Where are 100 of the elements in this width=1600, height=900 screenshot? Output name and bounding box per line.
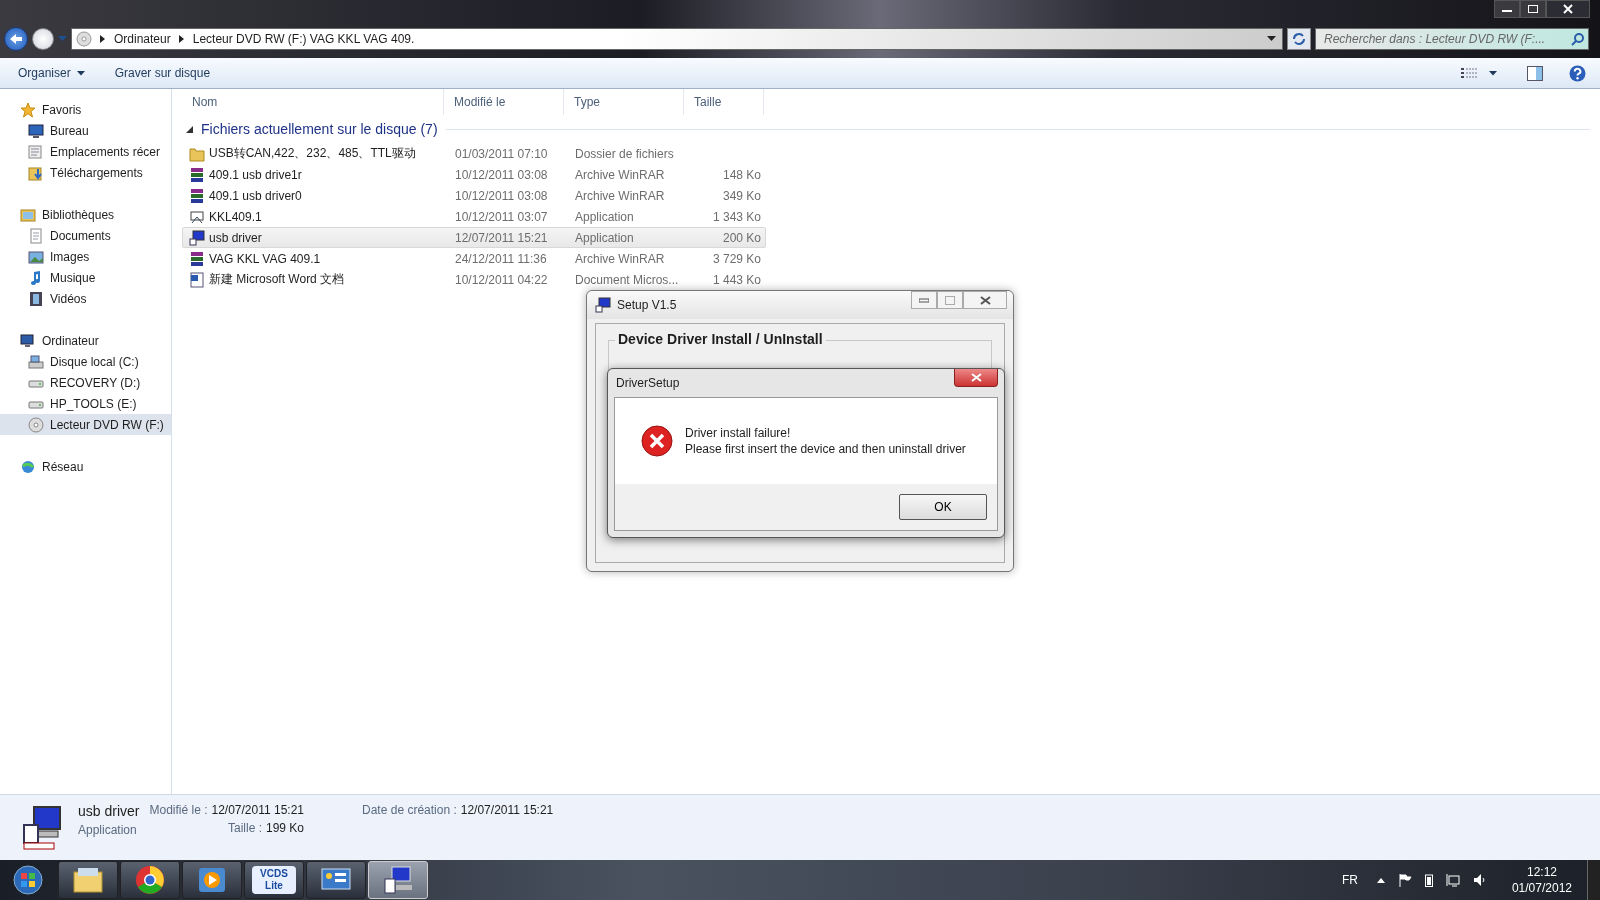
nav-item[interactable]: Bureau bbox=[0, 120, 171, 141]
chevron-icon[interactable] bbox=[100, 35, 106, 43]
type-cell-text: Archive WinRAR bbox=[574, 251, 666, 266]
type-cell-text: Dossier de fichiers bbox=[574, 146, 675, 161]
refresh-button[interactable] bbox=[1287, 28, 1311, 50]
battery-icon[interactable] bbox=[1424, 873, 1433, 887]
file-row[interactable]: 新建 Microsoft Word 文档 10/12/2011 04:22 Document Micros... 1 443 Ko bbox=[182, 269, 766, 290]
dropdown-icon[interactable] bbox=[1267, 36, 1276, 42]
caret-icon bbox=[76, 70, 85, 76]
size-cell: 1 343 Ko bbox=[712, 209, 761, 224]
nav-item[interactable]: Documents bbox=[0, 225, 171, 246]
caret-icon[interactable] bbox=[1489, 70, 1497, 76]
taskbar-button[interactable] bbox=[182, 861, 242, 899]
close-button[interactable] bbox=[963, 291, 1007, 309]
taskbar-button[interactable] bbox=[306, 861, 366, 899]
file-icon bbox=[189, 166, 205, 183]
nav-item[interactable]: Lecteur DVD RW (F:) bbox=[0, 414, 171, 435]
date: 01/07/2012 bbox=[1511, 881, 1572, 895]
detail-value: 12/07/2011 15:21 bbox=[460, 803, 554, 817]
flag-icon[interactable] bbox=[1397, 873, 1412, 887]
file-name: usb driver bbox=[209, 230, 262, 245]
close-button[interactable] bbox=[954, 369, 998, 387]
show-desktop-button[interactable] bbox=[1587, 860, 1600, 900]
clock[interactable]: 12:12 01/07/2012 bbox=[1511, 865, 1572, 895]
nav-item[interactable]: Vidéos bbox=[0, 288, 171, 309]
modified-cell-text: 12/07/2011 15:21 bbox=[454, 230, 549, 245]
windows-logo-icon bbox=[13, 865, 43, 895]
back-button[interactable] bbox=[4, 27, 28, 51]
file-name: 新建 Microsoft Word 文档 bbox=[209, 271, 345, 288]
column-header[interactable]: Modifié le bbox=[444, 89, 564, 115]
nav-item[interactable]: Disque local (C:) bbox=[0, 351, 171, 372]
size-cell: 1 443 Ko bbox=[712, 272, 761, 287]
search-field[interactable]: Rechercher dans : Lecteur DVD RW (F:... bbox=[1315, 28, 1589, 50]
speaker-icon[interactable] bbox=[1472, 873, 1487, 887]
language-indicator[interactable]: FR bbox=[1341, 873, 1358, 887]
file-icon bbox=[189, 145, 205, 162]
nav-item[interactable]: Favoris bbox=[0, 99, 171, 120]
nav-item[interactable]: Bibliothèques bbox=[0, 204, 171, 225]
column-header[interactable]: Nom bbox=[182, 89, 444, 115]
taskbar-button[interactable]: VCDS Lite bbox=[244, 861, 304, 899]
help-icon[interactable] bbox=[1569, 64, 1586, 82]
nav-item[interactable]: Téléchargements bbox=[0, 162, 171, 183]
time: 12:12 bbox=[1526, 865, 1557, 879]
nav-item[interactable]: Emplacements récer bbox=[0, 141, 171, 162]
file-row[interactable]: VAG KKL VAG 409.1 24/12/2011 11:36 Archive WinRAR 3 729 Ko bbox=[182, 248, 766, 269]
column-header[interactable]: Taille bbox=[684, 89, 764, 115]
toolbar-button[interactable]: Graver sur disque bbox=[106, 63, 219, 83]
breadcrumb[interactable]: Lecteur DVD RW (F:) VAG KKL VAG 409. bbox=[192, 32, 415, 46]
close-button[interactable] bbox=[1546, 0, 1590, 18]
minimize-icon bbox=[919, 297, 929, 303]
network-icon[interactable] bbox=[1445, 873, 1460, 887]
ok-button[interactable]: OK bbox=[899, 494, 987, 520]
back-arrow-icon bbox=[9, 33, 23, 45]
type-cell-text: Archive WinRAR bbox=[574, 167, 666, 182]
file-name: 409.1 usb driver0 bbox=[209, 188, 302, 203]
detail-label: Modifié le : bbox=[149, 803, 208, 817]
type-cell-text: Archive WinRAR bbox=[574, 188, 666, 203]
modified-cell-text: 10/12/2011 03:08 bbox=[454, 188, 549, 203]
nav-item[interactable]: RECOVERY (D:) bbox=[0, 372, 171, 393]
group-box-title: Device Driver Install / UnInstall bbox=[615, 331, 826, 347]
nav-item[interactable]: HP_TOOLS (E:) bbox=[0, 393, 171, 414]
address-bar[interactable]: Ordinateur Lecteur DVD RW (F:) VAG KKL VAG 409. bbox=[71, 28, 1283, 50]
search-icon[interactable] bbox=[1571, 32, 1584, 46]
detail-value: 12/07/2011 15:21 bbox=[211, 803, 305, 817]
file-row[interactable]: 409.1 usb driver0 10/12/2011 03:08 Archive WinRAR 349 Ko bbox=[182, 185, 766, 206]
nav-item[interactable]: Ordinateur bbox=[0, 330, 171, 351]
maximize-button[interactable] bbox=[1520, 0, 1546, 18]
file-icon bbox=[189, 229, 205, 246]
forward-button[interactable] bbox=[32, 28, 54, 50]
file-row[interactable]: USB转CAN,422、232、485、TTL驱动 01/03/2011 07:10 Dossier de fichiers bbox=[182, 143, 766, 164]
nav-item[interactable]: Réseau bbox=[0, 456, 171, 477]
column-header[interactable]: Type bbox=[564, 89, 684, 115]
taskbar-button[interactable] bbox=[120, 861, 180, 899]
nav-icon bbox=[28, 143, 44, 160]
nav-icon bbox=[28, 248, 44, 265]
file-row[interactable]: 409.1 usb drive1r 10/12/2011 03:08 Archive WinRAR 148 Ko bbox=[182, 164, 766, 185]
breadcrumb[interactable]: Ordinateur bbox=[114, 32, 171, 46]
nav-icon bbox=[28, 353, 44, 370]
modified-cell-text: 24/12/2011 11:36 bbox=[454, 251, 548, 266]
view-options-icon[interactable] bbox=[1461, 67, 1477, 79]
modified-cell-text: 01/03/2011 07:10 bbox=[454, 146, 549, 161]
minimize-button[interactable] bbox=[1494, 0, 1520, 18]
nav-item[interactable]: Musique bbox=[0, 267, 171, 288]
browser-icon bbox=[135, 865, 165, 895]
file-name: USB转CAN,422、232、485、TTL驱动 bbox=[209, 145, 416, 162]
taskbar-button[interactable] bbox=[58, 861, 118, 899]
group-header[interactable]: Fichiers actuellement sur le disque (7) bbox=[201, 121, 438, 137]
file-icon bbox=[189, 208, 205, 225]
maximize-icon bbox=[945, 295, 955, 305]
preview-pane-icon[interactable] bbox=[1527, 65, 1543, 81]
file-row[interactable]: KKL409.1 10/12/2011 03:07 Application 1 343 Ko bbox=[182, 206, 766, 227]
show-hidden-icons-icon[interactable] bbox=[1376, 877, 1385, 883]
chevron-icon[interactable] bbox=[178, 35, 185, 43]
play-icon bbox=[197, 866, 227, 894]
nav-item[interactable]: Images bbox=[0, 246, 171, 267]
collapse-icon[interactable] bbox=[186, 125, 193, 133]
toolbar-button[interactable]: Organiser bbox=[10, 63, 93, 83]
nav-icon bbox=[28, 416, 44, 433]
app-logo: VCDS Lite bbox=[252, 866, 296, 894]
file-row[interactable]: usb driver 12/07/2011 15:21 Application 200 Ko bbox=[182, 227, 766, 248]
